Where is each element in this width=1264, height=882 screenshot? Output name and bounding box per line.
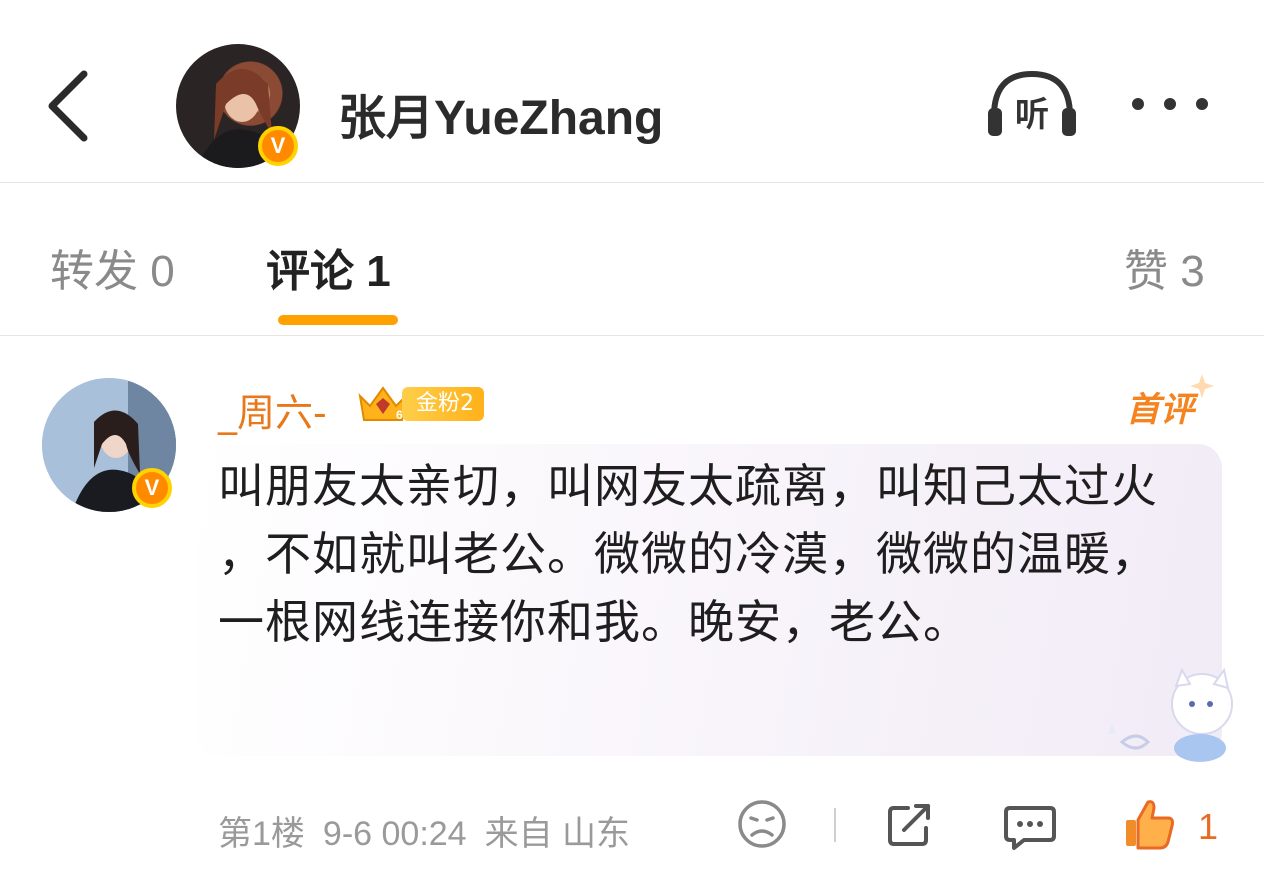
commenter-avatar[interactable]: V [42,378,176,512]
tab-bar: 转发 0 评论 1 赞 3 [0,183,1264,336]
headphones-icon[interactable]: 听 [984,68,1080,140]
comment-source: 来自 山东 [484,815,631,853]
share-icon[interactable] [884,800,936,850]
like-count: 1 [1198,806,1219,847]
profile-avatar[interactable]: V [176,44,300,168]
active-tab-indicator [278,315,398,325]
fan-badge-label: 金粉2 [402,387,484,421]
listen-label: 听 [1015,95,1049,135]
comment-meta: 第1楼 9-6 00:24 来自 山东 [218,806,648,855]
tab-likes[interactable]: 赞 3 [1124,235,1205,299]
meta-divider [834,808,836,842]
floor-number: 第1楼 [218,815,305,853]
verified-badge-icon: V [258,126,298,166]
tab-reposts[interactable]: 转发 0 [50,235,175,299]
sad-face-icon[interactable] [736,798,788,850]
back-arrow-icon[interactable] [40,66,100,146]
thumbs-up-icon[interactable] [1122,796,1176,852]
more-dots-icon[interactable] [1130,94,1210,114]
comment-text: 叫朋友太亲切，叫网友太疏离，叫知己太过火 ，不如就叫老公。微微的冷漠，微微的温暖… [218,459,1158,649]
verified-badge-icon: V [132,468,172,508]
tab-comments[interactable]: 评论 1 [266,235,391,299]
first-comment-label: 首评 [1126,390,1194,430]
top-bar: V 张月YueZhang 听 [0,0,1264,183]
comment-time: 9-6 00:24 [322,815,467,853]
page-title: 张月YueZhang [338,92,664,145]
cat-sticker-icon [1108,667,1233,762]
fan-badge[interactable]: 6 金粉2 [356,384,484,424]
sparkle-icon [1190,374,1214,398]
commenter-username[interactable]: _周六- [218,382,327,437]
comment-icon[interactable] [1002,802,1058,852]
